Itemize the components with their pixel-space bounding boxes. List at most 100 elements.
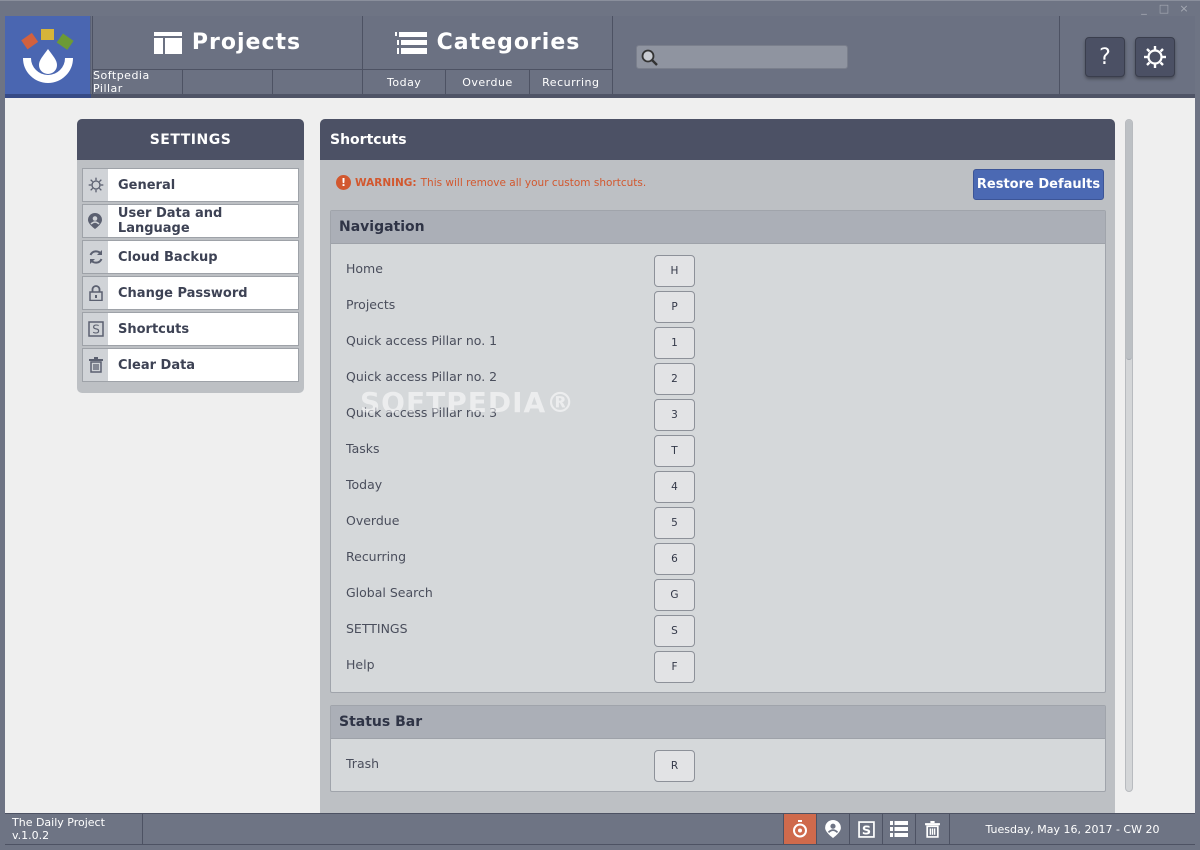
settings-item-label: Cloud Backup (118, 249, 218, 265)
window-titlebar: _ □ × (0, 0, 1200, 16)
settings-item-user-data[interactable]: User Data and Language (82, 204, 299, 238)
user-pin-icon (825, 820, 841, 838)
search-area (612, 16, 1060, 94)
shortcut-key-field[interactable]: R (654, 750, 695, 782)
shortcut-name: Trash (346, 756, 380, 771)
trash-icon (88, 357, 103, 373)
section-status-bar: Status Bar Trash R (330, 705, 1106, 792)
settings-item-general[interactable]: General (82, 168, 299, 202)
settings-item-label: User Data and Language (117, 206, 223, 236)
categories-icon (890, 821, 908, 837)
gear-icon (88, 177, 103, 193)
categories-icon (394, 31, 427, 54)
shortcut-row: Quick access Pillar no. 2 2 (331, 361, 1105, 397)
categories-nav: Categories Today Overdue Recurring (362, 16, 612, 94)
shortcut-row: Trash R (331, 748, 1105, 784)
warning-prefix: WARNING: (355, 176, 417, 189)
project-tab-1[interactable]: Softpedia Pillar (93, 69, 183, 95)
shortcut-name: SETTINGS (346, 621, 408, 636)
timer-icon (793, 820, 807, 838)
categories-status-button[interactable] (882, 814, 915, 844)
shortcut-key-field[interactable]: 1 (654, 327, 695, 359)
lock-icon (88, 285, 103, 301)
app-logo[interactable] (5, 16, 91, 98)
shortcut-name: Projects (346, 297, 396, 312)
vertical-scrollbar[interactable] (1125, 119, 1133, 792)
gear-icon (1144, 46, 1166, 68)
projects-button[interactable]: Projects (93, 16, 362, 70)
category-tab-overdue[interactable]: Overdue (446, 70, 530, 94)
shortcut-key-field[interactable]: 4 (654, 471, 695, 503)
content-area: SETTINGS General User Data and Language … (5, 98, 1195, 813)
shortcut-row: Today 4 (331, 469, 1105, 505)
trash-button[interactable] (915, 814, 948, 844)
shortcut-name: Quick access Pillar no. 3 (346, 405, 498, 420)
settings-button[interactable] (1135, 37, 1175, 77)
help-label: ? (1099, 44, 1111, 70)
app-version: The Daily Project v.1.0.2 (5, 814, 143, 844)
shortcut-key-field[interactable]: F (654, 651, 695, 683)
settings-item-shortcuts[interactable]: S Shortcuts (82, 312, 299, 346)
shortcut-key-field[interactable]: 3 (654, 399, 695, 431)
help-button[interactable]: ? (1085, 37, 1125, 77)
shortcuts-title: Shortcuts (320, 119, 1115, 160)
shortcut-key-field[interactable]: 5 (654, 507, 695, 539)
settings-item-label: General (118, 177, 176, 193)
settings-panel: SETTINGS General User Data and Language … (77, 119, 304, 393)
shortcut-key-field[interactable]: S (654, 615, 695, 647)
shortcut-row: Recurring 6 (331, 541, 1105, 577)
project-tab-3[interactable] (273, 70, 362, 94)
categories-title: Categories (436, 30, 581, 55)
shortcuts-button[interactable]: S (849, 814, 882, 844)
settings-item-cloud-backup[interactable]: Cloud Backup (82, 240, 299, 274)
user-button[interactable] (816, 814, 849, 844)
shortcut-name: Tasks (346, 441, 380, 456)
settings-item-change-password[interactable]: Change Password (82, 276, 299, 310)
category-tab-today[interactable]: Today (363, 70, 447, 94)
shortcut-key-field[interactable]: H (654, 255, 695, 287)
categories-button[interactable]: Categories (363, 16, 612, 70)
sync-icon (89, 250, 102, 264)
category-tab-recurring[interactable]: Recurring (530, 70, 612, 94)
projects-icon (153, 31, 182, 54)
shortcut-row: Help F (331, 649, 1105, 685)
section-title: Navigation (331, 211, 1105, 244)
shortcut-name: Recurring (346, 549, 406, 564)
settings-title: SETTINGS (77, 119, 304, 160)
search-input[interactable] (659, 46, 845, 68)
shortcut-key-field[interactable]: 6 (654, 543, 695, 575)
shortcut-row: Home H (331, 253, 1105, 289)
settings-item-label: Shortcuts (118, 321, 190, 337)
shortcut-row: Tasks T (331, 433, 1105, 469)
shortcut-name: Help (346, 657, 375, 672)
shortcut-name: Today (346, 477, 383, 492)
shortcut-name: Home (346, 261, 383, 276)
timer-button[interactable] (783, 814, 816, 844)
restore-defaults-button[interactable]: Restore Defaults (973, 169, 1104, 200)
search-icon (641, 49, 658, 66)
shortcut-name: Quick access Pillar no. 1 (346, 333, 498, 348)
shortcut-key-field[interactable]: 2 (654, 363, 695, 395)
section-navigation: Navigation Home H Projects P Quick access Pi… (330, 210, 1106, 693)
shortcut-row: Global Search G (331, 577, 1105, 613)
search-box[interactable] (636, 45, 848, 69)
shortcut-key-field[interactable]: P (654, 291, 695, 323)
warning-text: This will remove all your custom shortcu… (420, 176, 647, 189)
status-bar: The Daily Project v.1.0.2 S Tuesday, May… (5, 813, 1195, 845)
project-tab-2[interactable] (183, 70, 273, 94)
minimize-button[interactable]: _ (1138, 2, 1150, 16)
shortcut-name: Quick access Pillar no. 2 (346, 369, 498, 384)
user-pin-icon (88, 213, 103, 229)
app-header: Projects Softpedia Pillar Categories Tod… (5, 16, 1195, 98)
shortcut-key-field[interactable]: T (654, 435, 695, 467)
scrollbar-thumb[interactable] (1126, 120, 1132, 360)
warning-message: ! WARNING: This will remove all your cus… (336, 175, 646, 190)
maximize-button[interactable]: □ (1158, 2, 1170, 16)
svg-text:S: S (92, 323, 100, 337)
shortcut-row: Projects P (331, 289, 1105, 325)
warning-icon: ! (336, 175, 351, 190)
shortcuts-panel: Shortcuts ! WARNING: This will remove al… (320, 119, 1115, 813)
close-button[interactable]: × (1178, 2, 1190, 16)
shortcut-key-field[interactable]: G (654, 579, 695, 611)
settings-item-clear-data[interactable]: Clear Data (82, 348, 299, 382)
